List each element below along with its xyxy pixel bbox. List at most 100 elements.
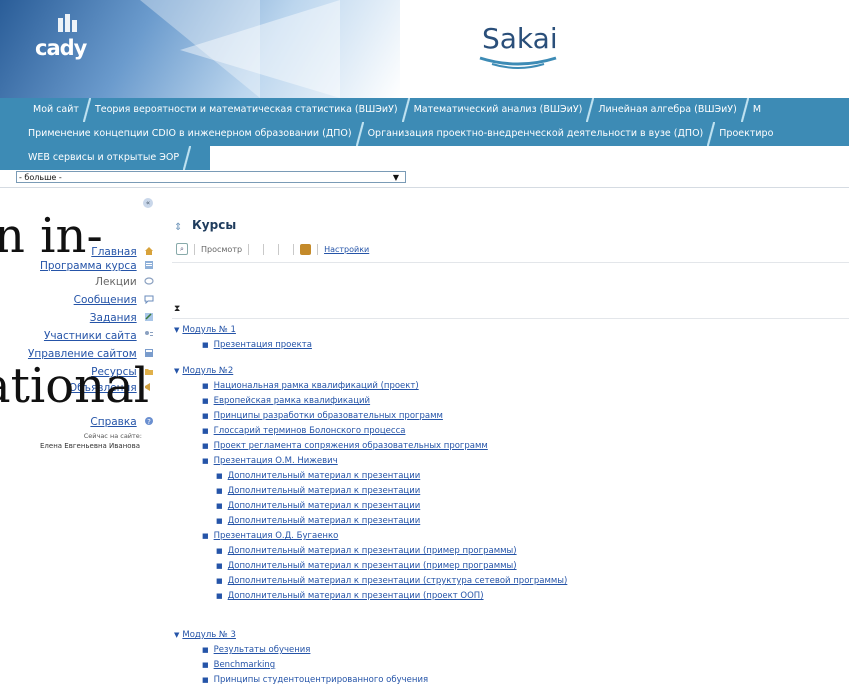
list-item[interactable]: ■ Benchmarking — [202, 660, 275, 670]
list-item[interactable]: ■ Результаты обучения — [202, 645, 310, 655]
main-content: ⇕ Курсы ⌕ Просмотр Настройки ⧗ ▼ Модуль №… — [172, 190, 849, 686]
list-item-link[interactable]: Национальная рамка квалификаций (проект) — [214, 381, 419, 391]
list-item-link[interactable]: Дополнительный материал к презентации — [228, 501, 421, 511]
site-info-icon — [145, 349, 153, 357]
bullet-icon: ■ — [216, 472, 223, 480]
more-sites-select[interactable]: - больше - ▼ — [16, 171, 406, 183]
sidebar-item-messages[interactable]: Сообщения — [74, 294, 154, 306]
list-item-text: Принципы студентоцентрированного обучени… — [213, 675, 429, 685]
list-item-link[interactable]: Принципы разработки образовательных прог… — [214, 411, 443, 421]
sakai-wave-icon — [479, 56, 557, 69]
list-item-link[interactable]: Презентация проекта — [214, 340, 312, 350]
list-item[interactable]: ■ Дополнительный материал к презентации (… — [216, 576, 567, 586]
settings-link[interactable]: Настройки — [324, 245, 369, 254]
module-3[interactable]: ▼ Модуль № 3 — [174, 630, 236, 640]
list-item-link[interactable]: Дополнительный материал к презентации (с… — [228, 576, 568, 586]
more-sites-select-value: - больше - — [19, 173, 62, 182]
online-users-label: Сейчас на сайте: — [83, 432, 142, 440]
bullet-icon: ■ — [216, 577, 223, 585]
bullet-icon: ■ — [216, 547, 223, 555]
search-icon[interactable]: ⌕ — [176, 243, 188, 255]
list-item[interactable]: ■ Национальная рамка квалификаций (проект… — [202, 381, 419, 391]
online-user-name: Елена Евгеньевна Иванова — [40, 442, 140, 450]
tab-project-activity[interactable]: Организация проектно-внедренческой деяте… — [360, 122, 715, 146]
tab-my-site[interactable]: Мой сайт — [0, 98, 91, 122]
module-title[interactable]: Модуль № 3 — [182, 630, 236, 640]
bullet-icon: ■ — [216, 562, 223, 570]
list-item-link[interactable]: Дополнительный материал к презентации — [228, 486, 421, 496]
bullet-icon: ■ — [202, 427, 209, 435]
list-item[interactable]: ■ Презентация проекта — [202, 340, 312, 350]
list-item-link[interactable]: Презентация О.Д. Бугаенко — [214, 531, 339, 541]
collapse-triangle-icon[interactable]: ▼ — [174, 367, 179, 375]
assignments-icon — [145, 313, 153, 321]
list-item-link[interactable]: Benchmarking — [214, 660, 276, 670]
list-item: ■ Принципы студентоцентрированного обучен… — [202, 675, 428, 685]
list-item-link[interactable]: Европейская рамка квалификаций — [214, 396, 370, 406]
expand-all-icon[interactable]: ⧗ — [174, 304, 180, 314]
tab-math-analysis[interactable]: Математический анализ (ВШЭиУ) — [406, 98, 595, 122]
help-icon: ? — [145, 417, 153, 426]
list-item[interactable]: ■ Дополнительный материал к презентации — [216, 486, 420, 496]
list-item-link[interactable]: Презентация О.М. Нижевич — [214, 456, 338, 466]
page-title: Курсы — [192, 218, 237, 232]
sidebar-item-roster[interactable]: Участники сайта — [44, 330, 154, 342]
sidebar-item-assignments[interactable]: Задания — [90, 312, 154, 324]
site-header: cady Sakai — [0, 0, 849, 98]
collapse-triangle-icon[interactable]: ▼ — [174, 631, 179, 639]
list-item[interactable]: ■ Дополнительный материал к презентации (… — [216, 546, 517, 556]
sidebar-item-label[interactable]: Сообщения — [74, 294, 137, 306]
tab-truncated[interactable]: Проектиро — [711, 122, 781, 146]
list-item[interactable]: ■ Презентация О.М. Нижевич — [202, 456, 338, 466]
list-item[interactable]: ■ Глоссарий терминов Болонского процесса — [202, 426, 405, 436]
cady-logo-text[interactable]: cady — [35, 36, 87, 60]
list-item-link[interactable]: Дополнительный материал к презентации — [228, 471, 421, 481]
module-title[interactable]: Модуль № 1 — [182, 325, 236, 335]
list-item[interactable]: ■ Дополнительный материал к презентации (… — [216, 591, 484, 601]
view-button[interactable]: Просмотр — [201, 245, 242, 254]
module-title[interactable]: Модуль №2 — [182, 366, 233, 376]
sakai-logo-text: Sakai — [482, 22, 558, 55]
bullet-icon: ■ — [216, 487, 223, 495]
list-item-link[interactable]: Дополнительный материал к презентации (п… — [228, 546, 517, 556]
collapse-triangle-icon[interactable]: ▼ — [174, 326, 179, 334]
list-item[interactable]: ■ Дополнительный материал к презентации — [216, 516, 420, 526]
tab-truncated[interactable]: М — [745, 98, 769, 122]
tab-probability-theory[interactable]: Теория вероятности и математическая стат… — [87, 98, 410, 122]
list-item[interactable]: ■ Дополнительный материал к презентации (… — [216, 561, 517, 571]
tab-cdio[interactable]: Применение концепции CDIO в инженерном о… — [0, 122, 364, 146]
site-tabs-row-2: Применение концепции CDIO в инженерном о… — [0, 122, 849, 146]
list-item[interactable]: ■ Принципы разработки образовательных про… — [202, 411, 443, 421]
bullet-icon: ■ — [202, 412, 209, 420]
list-item[interactable]: ■ Дополнительный материал к презентации — [216, 501, 420, 511]
site-tabs-row-3: WEB сервисы и открытые ЭОР — [0, 146, 210, 170]
list-item[interactable]: ■ Проект регламента сопряжения образовате… — [202, 441, 488, 451]
bullet-icon: ■ — [202, 341, 209, 349]
tab-web-services[interactable]: WEB сервисы и открытые ЭОР — [0, 146, 192, 170]
list-item-link[interactable]: Глоссарий терминов Болонского процесса — [214, 426, 406, 436]
divider — [293, 243, 295, 255]
bullet-icon: ■ — [202, 661, 209, 669]
sakai-logo[interactable]: Sakai — [479, 22, 558, 69]
module-2[interactable]: ▼ Модуль №2 — [174, 366, 233, 376]
bullet-icon: ■ — [216, 502, 223, 510]
list-item[interactable]: ■ Дополнительный материал к презентации — [216, 471, 420, 481]
settings-icon[interactable] — [300, 243, 312, 255]
list-item-link[interactable]: Дополнительный материал к презентации (п… — [228, 561, 517, 571]
list-item-link[interactable]: Дополнительный материал к презентации — [228, 516, 421, 526]
roster-icon — [145, 331, 153, 336]
list-item-link[interactable]: Дополнительный материал к презентации (п… — [228, 591, 484, 601]
tab-linear-algebra[interactable]: Линейная алгебра (ВШЭиУ) — [590, 98, 750, 122]
list-item-link[interactable]: Результаты обучения — [214, 645, 311, 655]
sidebar-item-label[interactable]: Задания — [90, 312, 137, 324]
sidebar-item-label[interactable]: Справка — [90, 416, 136, 428]
list-item[interactable]: ■ Европейская рамка квалификаций — [202, 396, 370, 406]
list-item[interactable]: ■ Презентация О.Д. Бугаенко — [202, 531, 338, 541]
chevron-down-icon: ▼ — [392, 173, 399, 182]
collapse-icon[interactable]: « — [143, 198, 153, 208]
module-1[interactable]: ▼ Модуль № 1 — [174, 325, 236, 335]
sidebar-item-label[interactable]: Участники сайта — [44, 330, 137, 342]
sidebar-item-help[interactable]: Справка ? — [90, 416, 154, 428]
divider — [172, 262, 849, 263]
list-item-link[interactable]: Проект регламента сопряжения образовател… — [214, 441, 488, 451]
